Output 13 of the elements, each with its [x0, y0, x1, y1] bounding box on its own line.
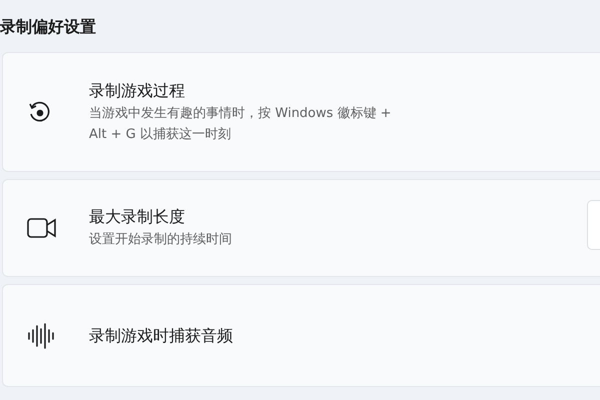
setting-title: 最大录制长度 — [89, 206, 186, 228]
setting-card[interactable]: 录制游戏过程 当游戏中发生有趣的事情时，按 Windows 徽标键 + Alt + G 以捕获这一时刻 — [2, 52, 600, 172]
audio-wave-icon — [27, 322, 57, 348]
setting-card[interactable]: 录制游戏时捕获音频 — [2, 284, 600, 387]
setting-description: 当游戏中发生有趣的事情时，按 Windows 徽标键 + Alt + G 以捕获这一时刻 — [89, 104, 392, 144]
setting-description: 设置开始录制的持续时间 — [89, 231, 232, 249]
setting-card[interactable]: 最大录制长度 设置开始录制的持续时间 — [2, 179, 600, 277]
video-camera-icon — [27, 217, 57, 239]
replay-icon — [27, 100, 51, 124]
setting-title: 录制游戏时捕获音频 — [89, 324, 233, 346]
dropdown[interactable] — [587, 200, 600, 250]
setting-title: 录制游戏过程 — [89, 80, 186, 102]
section-title: 录制偏好设置 — [0, 16, 97, 38]
